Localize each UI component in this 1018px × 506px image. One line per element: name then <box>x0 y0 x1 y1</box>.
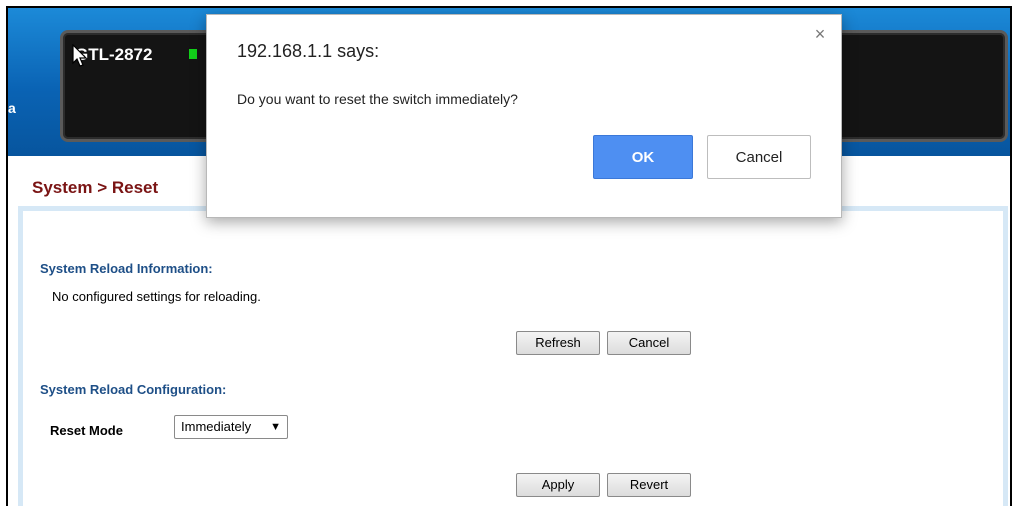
chevron-down-icon: ▼ <box>270 421 281 433</box>
reset-mode-value: Immediately <box>181 419 252 434</box>
dialog-message: Do you want to reset the switch immediat… <box>237 91 518 107</box>
reload-info-message: No configured settings for reloading. <box>52 289 261 304</box>
status-led <box>189 49 197 59</box>
revert-button[interactable]: Revert <box>607 473 691 497</box>
apply-button[interactable]: Apply <box>516 473 600 497</box>
cancel-reload-button[interactable]: Cancel <box>607 331 691 355</box>
header-edge-text: a <box>8 100 16 116</box>
reload-info-title: System Reload Information: <box>40 261 213 276</box>
content-panel <box>18 206 1008 506</box>
reload-config-title: System Reload Configuration: <box>40 382 227 397</box>
dialog-title: 192.168.1.1 says: <box>237 41 380 61</box>
reset-mode-select[interactable]: Immediately ▼ <box>174 415 288 439</box>
page-title-breadcrumb: System > Reset <box>32 178 159 197</box>
confirm-dialog: 192.168.1.1 says: × Do you want to reset… <box>206 14 842 218</box>
refresh-button[interactable]: Refresh <box>516 331 600 355</box>
dialog-cancel-button[interactable]: Cancel <box>707 135 811 179</box>
reset-mode-label: Reset Mode <box>50 423 123 438</box>
mouse-cursor-icon <box>72 44 88 67</box>
browser-viewport: a GTL-2872 System > Reset System Reload … <box>6 6 1012 506</box>
dialog-ok-button[interactable]: OK <box>593 135 693 179</box>
close-icon[interactable]: × <box>811 25 829 43</box>
